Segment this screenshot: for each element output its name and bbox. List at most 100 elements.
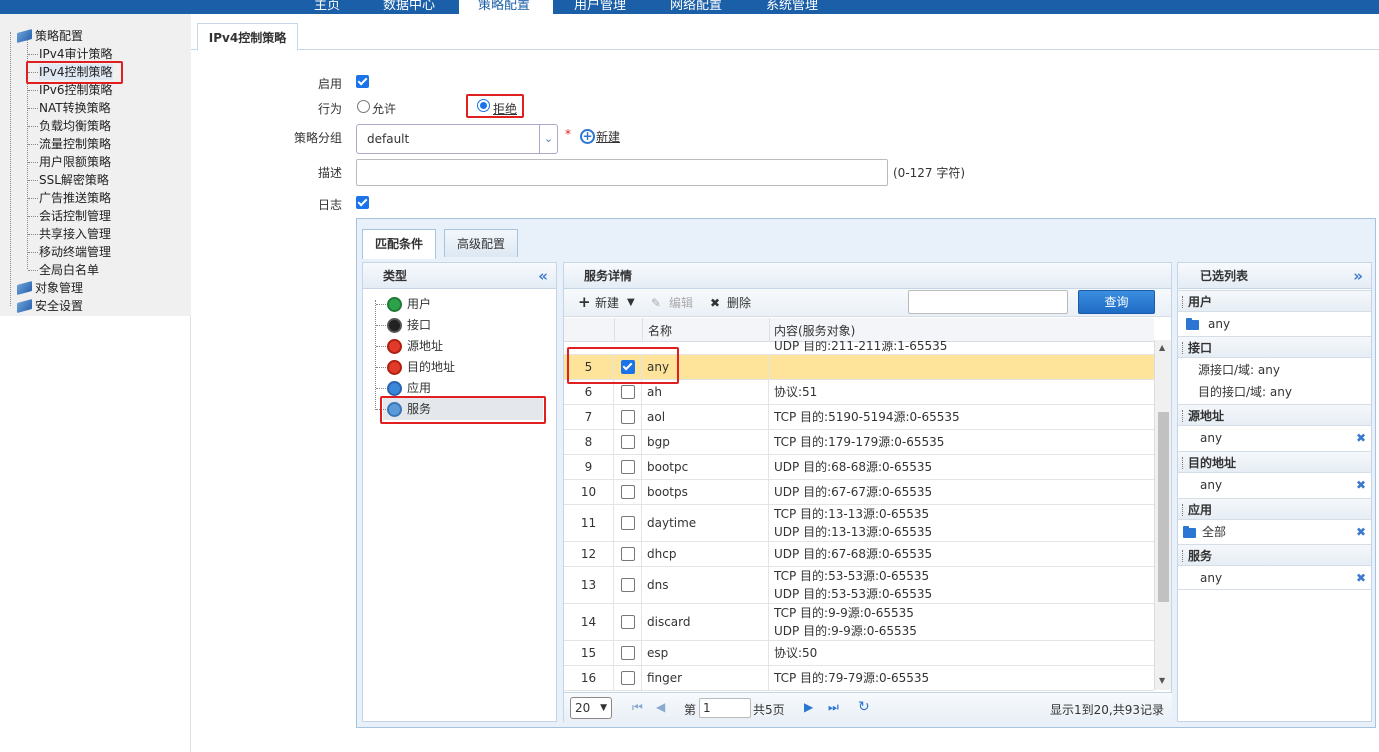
grid-scrollbar[interactable]: ▲ ▼ — [1154, 340, 1171, 690]
sidebar-root-policy[interactable]: 策略配置 — [35, 28, 83, 44]
type-user[interactable]: 用户 — [407, 296, 431, 312]
row-checkbox[interactable] — [620, 646, 635, 660]
first-page-icon[interactable]: ⏮ — [632, 700, 643, 715]
caret-down-icon[interactable]: ▼ — [627, 295, 635, 311]
table-row[interactable]: 12 dhcp UDP 目的:67-68源:0-65535 — [564, 542, 1154, 567]
tree-branch — [28, 108, 38, 109]
page-number-input[interactable]: 1 — [699, 698, 751, 718]
table-row[interactable]: 16 finger TCP 目的:79-79源:0-65535 — [564, 666, 1154, 691]
nav-network[interactable]: 网络配置 — [670, 0, 722, 13]
row-checkbox[interactable] — [620, 578, 635, 592]
sidebar-item-session[interactable]: 会话控制管理 — [39, 208, 111, 224]
nav-data-center[interactable]: 数据中心 — [383, 0, 435, 13]
sidebar-item-whitelist[interactable]: 全局白名单 — [39, 262, 99, 278]
col-name-head[interactable]: 名称 — [648, 322, 672, 339]
selected-user-value: any — [1208, 317, 1231, 331]
table-row[interactable]: 7 aol TCP 目的:5190-5194源:0-65535 — [564, 405, 1154, 430]
row-checkbox-cell — [614, 430, 642, 454]
prev-page-icon[interactable]: ◀ — [656, 700, 665, 714]
table-row[interactable]: 8 bgp TCP 目的:179-179源:0-65535 — [564, 430, 1154, 455]
table-row[interactable]: 11 daytime TCP 目的:13-13源:0-65535 UDP 目的:13-… — [564, 505, 1154, 542]
table-row[interactable]: 13 dns TCP 目的:53-53源:0-65535 UDP 目的:53-53源:… — [564, 567, 1154, 604]
sidebar-item-ipv6-control[interactable]: IPv6控制策略 — [39, 82, 113, 98]
row-checkbox[interactable] — [620, 547, 635, 561]
last-page-icon[interactable]: ⏭ — [828, 700, 839, 715]
row-checkbox[interactable] — [620, 385, 635, 399]
tree-branch — [28, 270, 38, 271]
row-checkbox-cell — [614, 405, 642, 429]
sidebar-item-share-access[interactable]: 共享接入管理 — [39, 226, 111, 242]
sidebar-item-user-quota[interactable]: 用户限额策略 — [39, 154, 111, 170]
sidebar-item-ipv4-audit[interactable]: IPv4审计策略 — [39, 46, 113, 62]
col-content-head[interactable]: 内容(服务对象) — [774, 322, 855, 339]
sidebar-item-load-balance[interactable]: 负载均衡策略 — [39, 118, 111, 134]
tab-match-conditions[interactable]: 匹配条件 — [362, 229, 436, 259]
page-size-select[interactable]: 20 ▼ — [570, 697, 612, 719]
selected-list-head-label: 已选列表 — [1200, 269, 1249, 283]
next-page-icon[interactable]: ▶ — [804, 700, 813, 714]
tab-advanced[interactable]: 高级配置 — [444, 229, 518, 257]
row-number: 7 — [564, 405, 614, 429]
type-interface[interactable]: 接口 — [407, 317, 431, 333]
refresh-icon[interactable]: ↻ — [858, 699, 870, 715]
row-checkbox[interactable] — [620, 435, 635, 449]
row-checkbox[interactable] — [620, 460, 635, 474]
sidebar-item-mobile[interactable]: 移动终端管理 — [39, 244, 111, 260]
selected-src-value: any — [1200, 431, 1223, 445]
sidebar-item-flow-control[interactable]: 流量控制策略 — [39, 136, 111, 152]
tree-branch — [28, 126, 38, 127]
table-row[interactable]: 15 esp 协议:50 — [564, 641, 1154, 666]
sidebar-root-object[interactable]: 对象管理 — [35, 280, 83, 296]
nav-home[interactable]: 主页 — [314, 0, 340, 13]
scroll-down-icon[interactable]: ▼ — [1159, 676, 1165, 685]
nav-policy[interactable]: 策略配置 — [478, 0, 530, 13]
type-source-address[interactable]: 源地址 — [407, 338, 443, 354]
search-input[interactable] — [908, 290, 1068, 314]
table-row[interactable]: 14 discard TCP 目的:9-9源:0-65535 UDP 目的:9-9源:… — [564, 604, 1154, 641]
remove-icon[interactable]: ✖ — [1356, 474, 1366, 496]
new-button[interactable]: 新建 — [595, 295, 619, 311]
collapse-left-icon[interactable]: « — [538, 263, 548, 289]
enable-checkbox[interactable] — [356, 75, 369, 88]
sidebar-item-ad-push[interactable]: 广告推送策略 — [39, 190, 111, 206]
scroll-thumb[interactable] — [1158, 412, 1169, 602]
highlight-box — [380, 396, 546, 424]
top-nav: 主页 数据中心 策略配置 用户管理 网络配置 系统管理 — [0, 0, 1379, 14]
nav-system[interactable]: 系统管理 — [766, 0, 818, 13]
desc-input[interactable] — [356, 159, 888, 186]
remove-icon[interactable]: ✖ — [1356, 521, 1366, 543]
table-row[interactable]: 9 bootpc UDP 目的:68-68源:0-65535 — [564, 455, 1154, 480]
row-checkbox[interactable] — [620, 485, 635, 499]
log-checkbox[interactable] — [356, 196, 369, 209]
delete-button[interactable]: 删除 — [727, 295, 751, 311]
new-group-link[interactable]: 新建 — [596, 128, 620, 145]
row-checkbox[interactable] — [620, 516, 635, 530]
remove-icon[interactable]: ✖ — [1356, 567, 1366, 589]
row-checkbox[interactable] — [620, 615, 635, 629]
group-select[interactable]: default ⌄ — [356, 124, 558, 154]
table-row[interactable]: 10 bootps UDP 目的:67-67源:0-65535 — [564, 480, 1154, 505]
allow-radio[interactable] — [357, 100, 370, 113]
scroll-up-icon[interactable]: ▲ — [1159, 343, 1165, 352]
tab-ipv4-control[interactable]: IPv4控制策略 — [197, 23, 298, 51]
type-dest-address[interactable]: 目的地址 — [407, 359, 455, 375]
sidebar-root-security[interactable]: 安全设置 — [35, 298, 83, 314]
row-checkbox[interactable] — [620, 671, 635, 685]
row-name: bgp — [642, 430, 769, 454]
query-button[interactable]: 查询 — [1078, 290, 1155, 314]
row-content: TCP 目的:13-13源:0-65535 UDP 目的:13-13源:0-655… — [769, 505, 1154, 541]
sidebar-item-nat[interactable]: NAT转换策略 — [39, 100, 111, 116]
plus-circle-icon[interactable]: + — [580, 129, 595, 144]
row-content-line: TCP 目的:13-13源:0-65535 — [774, 507, 930, 521]
edit-button[interactable]: 编辑 — [669, 295, 693, 311]
nav-user[interactable]: 用户管理 — [574, 0, 626, 13]
selected-iface-head: 接口 — [1178, 336, 1371, 358]
remove-icon[interactable]: ✖ — [1356, 427, 1366, 449]
row-checkbox[interactable] — [620, 410, 635, 424]
service-detail-head-label: 服务详情 — [584, 269, 633, 283]
row-content-line: UDP 目的:9-9源:0-65535 — [774, 624, 917, 638]
folder-icon — [1186, 318, 1199, 330]
collapse-right-icon[interactable]: » — [1353, 263, 1363, 289]
sidebar-item-ssl[interactable]: SSL解密策略 — [39, 172, 109, 188]
type-app[interactable]: 应用 — [407, 380, 431, 396]
